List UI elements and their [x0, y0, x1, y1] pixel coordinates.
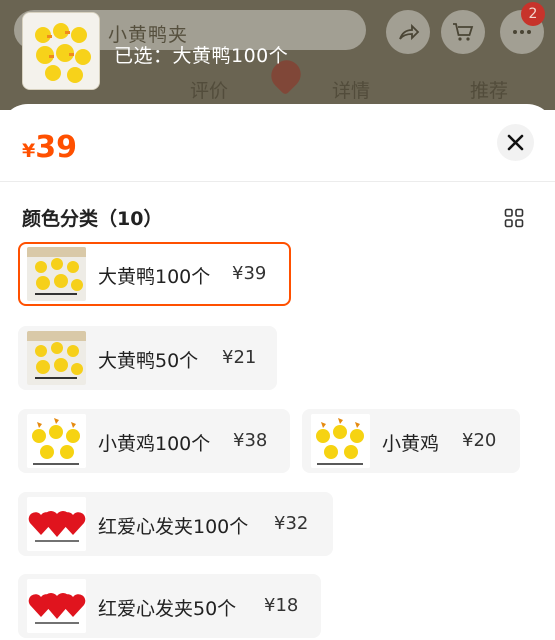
sku-option[interactable]: 大黄鸭50个 ¥21 [18, 326, 277, 390]
sku-option-name: 小黄鸡 [382, 433, 440, 455]
red-heart-clips-image [27, 497, 86, 551]
sku-option-name: 红爱心发夹50个 [98, 598, 237, 620]
sku-option-price: ¥32 [274, 513, 309, 534]
close-button[interactable] [497, 124, 534, 161]
sku-option-price: ¥21 [222, 347, 257, 368]
background-tab-details: 详情 [332, 80, 371, 102]
sku-option[interactable]: 红爱心发夹100个 ¥32 [18, 492, 333, 556]
sku-option[interactable]: 红爱心发夹50个 ¥18 [18, 574, 321, 638]
current-price: ¥39 [22, 130, 77, 165]
sku-option[interactable]: 小黄鸡100个 ¥38 [18, 409, 290, 473]
sku-option-name: 红爱心发夹100个 [98, 516, 249, 538]
grid-view-icon[interactable] [504, 208, 524, 228]
selected-variant-label: 已选：大黄鸭100个 [114, 45, 289, 67]
close-icon [507, 134, 524, 151]
background-tab-recommend: 推荐 [470, 80, 509, 102]
sku-option-name: 大黄鸭50个 [98, 350, 199, 372]
red-heart-clips-image [27, 579, 86, 633]
share-icon [386, 10, 430, 54]
yellow-duck-clips-image [27, 331, 86, 385]
cart-count-badge: 2 [521, 2, 545, 26]
sku-option-price: ¥39 [232, 263, 267, 284]
price-currency: ¥ [22, 140, 36, 162]
sku-option-price: ¥38 [233, 430, 268, 451]
sku-option-name: 大黄鸭100个 [98, 266, 211, 288]
price-value: 39 [35, 130, 77, 165]
sku-option[interactable]: 大黄鸭100个 ¥39 [18, 242, 291, 306]
sku-option-name: 小黄鸡100个 [98, 433, 211, 455]
yellow-chick-clips-image [311, 414, 370, 468]
divider [0, 181, 555, 182]
yellow-chick-clips-image [27, 414, 86, 468]
selected-product-thumbnail [22, 12, 100, 90]
sku-option[interactable]: 小黄鸡 ¥20 [302, 409, 520, 473]
section-title-color-category: 颜色分类（10） [22, 208, 163, 230]
yellow-duck-clips-image [27, 247, 86, 301]
sku-option-price: ¥20 [462, 430, 497, 451]
sku-selection-sheet: ¥39 颜色分类（10） 大黄鸭100个 ¥39 大黄鸭50个 ¥21 小黄鸡1… [0, 104, 555, 640]
sku-option-price: ¥18 [264, 595, 299, 616]
cart-icon [441, 10, 485, 54]
background-tab-reviews: 评价 [190, 80, 229, 102]
